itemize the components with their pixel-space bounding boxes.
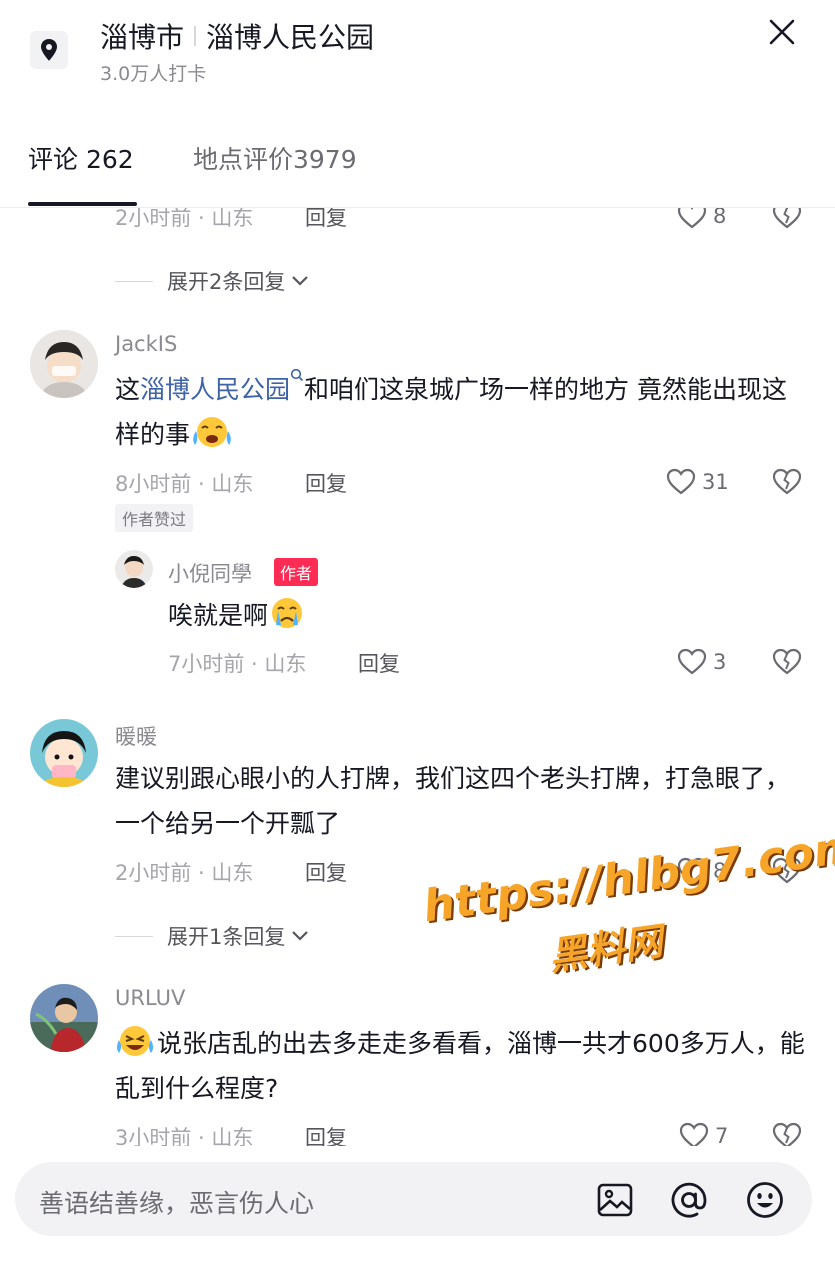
comment-meta: 3小时前 · 山东 [115, 1126, 254, 1146]
comment-meta: 8小时前 · 山东 [115, 472, 254, 496]
comment-meta: 2小时前 · 山东 [115, 861, 254, 885]
expand-replies-button[interactable]: 展开1条回复 [115, 921, 309, 951]
heart-icon [677, 208, 707, 229]
dislike-button[interactable] [772, 648, 802, 679]
expand-replies-button[interactable]: 展开2条回复 [115, 266, 309, 296]
title-divider [194, 26, 197, 46]
avatar[interactable] [115, 550, 153, 588]
city-name: 淄博市 [100, 21, 185, 54]
close-button[interactable] [762, 12, 802, 52]
broken-heart-icon [772, 208, 802, 229]
broken-heart-icon [772, 857, 802, 884]
reply-button[interactable]: 回复 [305, 208, 347, 232]
avatar[interactable] [30, 984, 98, 1052]
reply-text-content: 唉就是啊 [168, 601, 269, 630]
reply-button[interactable]: 回复 [358, 648, 400, 678]
heart-icon [666, 468, 696, 495]
reply-button[interactable]: 回复 [305, 857, 347, 887]
smiley-icon [747, 1182, 783, 1218]
image-button[interactable] [595, 1180, 635, 1220]
heart-icon [677, 857, 707, 884]
like-count: 31 [702, 469, 729, 494]
avatar[interactable] [30, 330, 98, 398]
reply-button[interactable]: 回复 [305, 1122, 347, 1146]
tab-comments[interactable]: 评论 262 [28, 140, 134, 176]
comment-input-placeholder: 善语结善缘，恶言伤人心 [39, 1189, 315, 1218]
mention-button[interactable] [669, 1180, 709, 1220]
expand-divider [115, 935, 153, 937]
emoji-button[interactable] [745, 1180, 785, 1220]
author-badge: 作者 [274, 558, 319, 586]
place-link[interactable]: 淄博人民公园 [140, 368, 304, 404]
active-tab-indicator [28, 202, 137, 206]
broken-heart-icon [772, 648, 802, 675]
like-count: 7 [715, 1123, 729, 1147]
comment-input-area: 善语结善缘，恶言伤人心 [0, 1146, 835, 1280]
like-button[interactable]: 8 [677, 857, 726, 884]
author-liked-badge: 作者赞过 [115, 504, 194, 532]
place-link-label: 淄博人民公园 [140, 375, 291, 404]
comment-list[interactable]: 2小时前 · 山东 回复 8 展开2条回复 JackIS 这淄博人民公园 和咱们这… [0, 208, 835, 1146]
checkin-count: 3.0万人打卡 [100, 63, 207, 85]
at-icon [671, 1182, 707, 1218]
comment-username[interactable]: JackIS [115, 332, 177, 356]
like-button[interactable]: 31 [666, 468, 729, 495]
like-button[interactable]: 8 [677, 208, 726, 229]
place-name: 淄博人民公园 [206, 21, 375, 54]
expand-divider [115, 280, 153, 282]
dislike-button[interactable] [772, 468, 802, 499]
comment-text-part: 这 [115, 375, 141, 404]
comment-text: 建议别跟心眼小的人打牌，我们这四个老头打牌，打急眼了，一个给另一个开瓢了 [115, 764, 791, 838]
search-icon [290, 368, 304, 382]
comment-text: 这淄博人民公园 和咱们这泉城广场一样的地方 竟然能出现这样的事 [115, 367, 805, 457]
reply-username[interactable]: 小倪同學 [168, 558, 252, 588]
avatar[interactable] [30, 719, 98, 787]
comment-text-content: 说张店乱的出去多走走多看看，淄博一共才600多万人，能乱到什么程度? [115, 1029, 805, 1103]
close-icon [769, 19, 795, 45]
dislike-button[interactable] [772, 1122, 802, 1146]
reply-button[interactable]: 回复 [305, 468, 347, 498]
comment-text: 说张店乱的出去多走走多看看，淄博一共才600多万人，能乱到什么程度? [115, 1021, 805, 1111]
comment-username[interactable]: 暖暖 [115, 721, 157, 751]
location-pin-icon [30, 31, 68, 69]
like-count: 8 [713, 858, 727, 883]
crying-face-icon [272, 598, 303, 628]
tab-bar: 评论 262 地点评价3979 [0, 110, 835, 208]
like-count: 8 [713, 208, 727, 228]
laughing-crying-face-icon [117, 1026, 153, 1056]
reply-text: 唉就是啊 [168, 593, 788, 638]
location-title[interactable]: 淄博市 淄博人民公园 [100, 16, 374, 56]
like-button[interactable]: 7 [679, 1122, 728, 1146]
comment-username[interactable]: URLUV [115, 986, 185, 1010]
chevron-down-icon [292, 276, 309, 286]
like-count: 3 [713, 649, 727, 674]
broken-heart-icon [772, 1122, 802, 1146]
reply-meta: 7小时前 · 山东 [168, 652, 307, 676]
comment-meta: 2小时前 · 山东 [115, 208, 254, 230]
heart-icon [677, 648, 707, 675]
comment-input[interactable]: 善语结善缘，恶言伤人心 [15, 1162, 812, 1236]
heart-icon [679, 1122, 709, 1146]
like-button[interactable]: 3 [677, 648, 726, 675]
expand-replies-label: 展开2条回复 [167, 270, 286, 294]
expand-replies-label: 展开1条回复 [167, 925, 286, 949]
dislike-button[interactable] [772, 857, 802, 888]
location-header: 淄博市 淄博人民公园 3.0万人打卡 [0, 0, 835, 110]
chevron-down-icon [292, 931, 309, 941]
broken-heart-icon [772, 468, 802, 495]
image-icon [597, 1183, 633, 1217]
tab-place-reviews[interactable]: 地点评价3979 [193, 140, 357, 176]
crying-face-icon [193, 417, 231, 447]
dislike-button[interactable] [772, 208, 802, 233]
